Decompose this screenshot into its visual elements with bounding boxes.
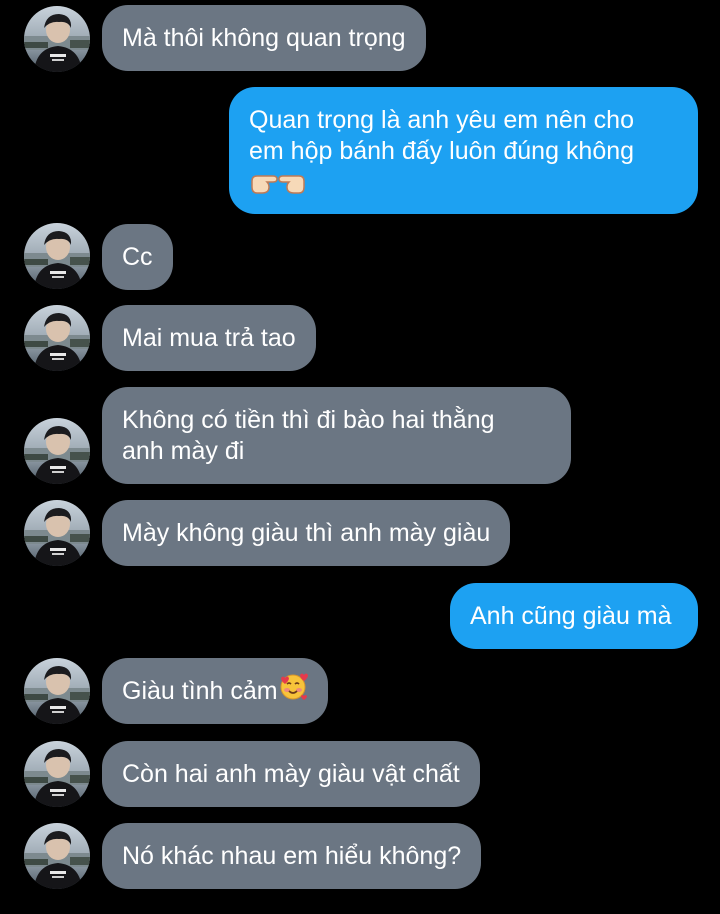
message-text: Giàu tình cảm xyxy=(122,676,278,705)
message-text: Mày không giàu thì anh mày giàu xyxy=(122,518,491,547)
message-text: Mà thôi không quan trọng xyxy=(122,23,406,52)
contact-avatar[interactable] xyxy=(24,223,90,289)
smiling-face-with-hearts-emoji xyxy=(278,672,308,710)
message-text: Mai mua trả tao xyxy=(122,323,296,352)
contact-avatar[interactable] xyxy=(24,741,90,807)
message-text-line-2: em hộp bánh đấy luôn đúng không xyxy=(249,137,635,165)
avatar-image xyxy=(24,658,90,724)
message-text-line-1: Không có tiền thì đi bào hai thằng xyxy=(122,406,495,434)
incoming-message-bubble[interactable]: Cc xyxy=(102,224,173,290)
outgoing-message-bubble[interactable]: Quan trọng là anh yêu em nên cho em hộp … xyxy=(229,87,698,214)
avatar-image xyxy=(24,823,90,889)
avatar-image xyxy=(24,500,90,566)
contact-avatar[interactable] xyxy=(24,500,90,566)
avatar-image xyxy=(24,223,90,289)
message-text-line-1: Quan trọng là anh yêu em nên cho xyxy=(249,106,634,134)
message-text: Nó khác nhau em hiểu không? xyxy=(122,841,462,870)
message-text-line-2: anh mày đi xyxy=(122,437,245,465)
contact-avatar[interactable] xyxy=(24,823,90,889)
contact-avatar[interactable] xyxy=(24,418,90,484)
contact-avatar[interactable] xyxy=(24,658,90,724)
incoming-message-bubble[interactable]: Giàu tình cảm xyxy=(102,658,328,724)
contact-avatar[interactable] xyxy=(24,305,90,371)
pointing-hands-emoji xyxy=(249,167,307,205)
contact-avatar[interactable] xyxy=(24,6,90,72)
incoming-message-bubble[interactable]: Không có tiền thì đi bào hai thằng anh m… xyxy=(102,387,571,484)
incoming-message-bubble[interactable]: Mai mua trả tao xyxy=(102,305,316,371)
avatar-image xyxy=(24,741,90,807)
outgoing-message-bubble[interactable]: Anh cũng giàu mà xyxy=(450,583,698,649)
avatar-image xyxy=(24,418,90,484)
incoming-message-bubble[interactable]: Còn hai anh mày giàu vật chất xyxy=(102,741,480,807)
message-text: Anh cũng giàu mà xyxy=(470,601,672,630)
incoming-message-bubble[interactable]: Mày không giàu thì anh mày giàu xyxy=(102,500,511,566)
message-text: Cc xyxy=(122,242,153,271)
incoming-message-bubble[interactable]: Mà thôi không quan trọng xyxy=(102,5,426,71)
avatar-image xyxy=(24,6,90,72)
incoming-message-bubble[interactable]: Nó khác nhau em hiểu không? xyxy=(102,823,482,889)
avatar-image xyxy=(24,305,90,371)
message-text: Còn hai anh mày giàu vật chất xyxy=(122,759,460,788)
